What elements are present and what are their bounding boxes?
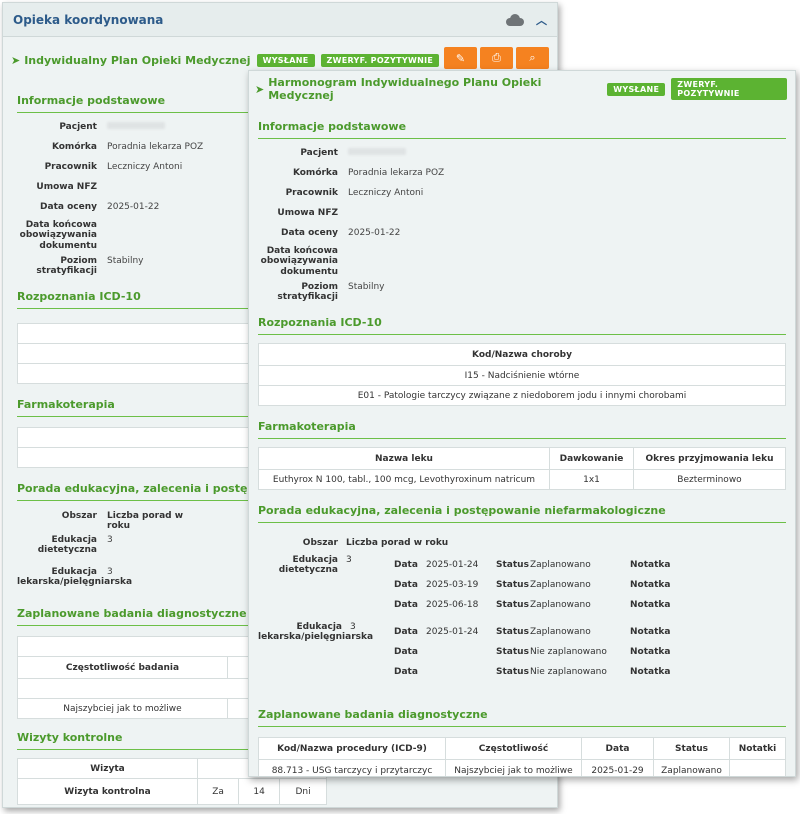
panel-title: Opieka koordynowana <box>13 12 164 27</box>
redacted-patient <box>107 122 165 129</box>
list-item: Data Status Nie zaplanowano Notatka <box>394 667 671 677</box>
status-badge-sent: WYSŁANE <box>607 82 666 96</box>
porada-area: Edukacja lekarska/pielęgniarska <box>258 622 374 643</box>
list-item: Data 2025-01-24 Status Zaplanowano Notat… <box>394 560 671 570</box>
column-obszar: Obszar <box>61 511 97 521</box>
label-komorka: Komórka <box>292 168 338 178</box>
label-pracownik: Pracownik <box>285 188 338 198</box>
table-header: Wizyta <box>17 758 198 779</box>
table-header: Notatki <box>729 737 786 760</box>
table-cell: Euthyrox N 100, tabl., 100 mcg, Levothyr… <box>258 469 550 490</box>
table-cell: 1x1 <box>549 469 634 490</box>
section-title-porada: Porada edukacyjna, zalecenia i postępowa… <box>258 504 786 523</box>
doc-title-row: ➤ Harmonogram Indywidualnego Planu Opiek… <box>249 75 795 103</box>
label-umowa: Umowa NFZ <box>277 208 338 218</box>
table-cell: Bezterminowo <box>633 469 786 490</box>
table-cell: 14 <box>238 778 281 805</box>
table-header: Częstotliwość <box>445 737 582 760</box>
porada-area: Edukacja dietetyczna <box>37 535 97 556</box>
status-badge-sent: WYSŁANE <box>256 53 315 67</box>
table-header: Nazwa leku <box>258 447 550 470</box>
status-badge-verified: ZWERYF. POZYTYWNIE <box>320 53 440 67</box>
send-icon: ➤ <box>255 82 265 96</box>
label-pacjent: Pacjent <box>59 122 97 132</box>
column-liczba-porad: Liczba porad w roku <box>346 538 449 548</box>
pencil-icon: ✎ <box>455 51 466 65</box>
section-title-icd: Rozpoznania ICD-10 <box>258 316 786 335</box>
value-komorka: Poradnia lekarza POZ <box>348 168 445 178</box>
label-poziom: Poziom stratyfikacji <box>277 282 338 303</box>
porada-area: Edukacja lekarska/pielęgniarska <box>17 567 133 588</box>
label-poziom: Poziom stratyfikacji <box>36 256 97 277</box>
table-header: Dawkowanie <box>549 447 634 470</box>
list-item: Data 2025-01-24 Status Zaplanowano Notat… <box>394 627 671 637</box>
table-header: Status <box>653 737 730 760</box>
table-header: Data <box>581 737 654 760</box>
cloud-icon[interactable] <box>504 13 524 26</box>
porada-count: 3 <box>107 567 113 577</box>
doc-title: Indywidualny Plan Opieki Medycznej <box>24 53 251 67</box>
label-komorka: Komórka <box>51 142 97 152</box>
label-data-koncowa: Data końcowa obowiązywania dokumentu <box>19 220 97 251</box>
label-data-oceny: Data oceny <box>40 202 97 212</box>
table-row: I15 - Nadciśnienie wtórne <box>258 365 786 386</box>
edit-button[interactable]: ✎ <box>444 47 477 69</box>
table-cell: Dni <box>279 778 327 805</box>
doc-title: Harmonogram Indywidualnego Planu Opieki … <box>268 76 542 102</box>
label-data-koncowa: Data końcowa obowiązywania dokumentu <box>260 246 338 277</box>
column-liczba-porad: Liczba porad w roku <box>107 511 184 532</box>
badania-table: Kod/Nazwa procedury (ICD-9) Częstotliwoś… <box>258 737 786 776</box>
table-cell: Najszybciej jak to możliwe <box>17 698 228 719</box>
label-data-oceny: Data oceny <box>281 228 338 238</box>
print-button[interactable]: ⎙ <box>480 47 513 69</box>
label-pacjent: Pacjent <box>300 148 338 158</box>
porada-count: 3 <box>350 622 356 632</box>
porada-area: Edukacja dietetyczna <box>278 555 338 576</box>
edu-group-diet: Edukacja dietetyczna 3 Data 2025-01-24 S… <box>258 555 786 615</box>
table-cell: Wizyta kontrolna <box>17 778 198 805</box>
table-header: Okres przyjmowania leku <box>633 447 786 470</box>
table-cell: Zaplanowano <box>653 759 730 776</box>
list-item: Data 2025-06-18 Status Zaplanowano Notat… <box>394 600 671 610</box>
porada-count: 3 <box>107 535 113 545</box>
table-header: Częstotliwość badania <box>17 656 228 679</box>
table-cell: 88.713 - USG tarczycy i przytarczyc <box>258 759 446 776</box>
list-item: Data 2025-03-19 Status Zaplanowano Notat… <box>394 580 671 590</box>
column-obszar: Obszar <box>302 538 338 548</box>
table-row: 88.713 - USG tarczycy i przytarczyc Najs… <box>258 759 786 776</box>
section-title-info: Informacje podstawowe <box>258 120 786 139</box>
section-title-badania: Zaplanowane badania diagnostyczne <box>258 708 786 727</box>
search-icon: ⌕ <box>529 51 536 64</box>
table-cell <box>729 759 786 776</box>
redacted-patient <box>348 148 406 155</box>
list-item: Data Status Nie zaplanowano Notatka <box>394 647 671 657</box>
table-cell: Najszybciej jak to możliwe <box>445 759 582 776</box>
label-umowa: Umowa NFZ <box>36 182 97 192</box>
printer-icon: ⎙ <box>492 51 501 64</box>
icd-table: Kod/Nazwa choroby I15 - Nadciśnienie wtó… <box>258 343 786 406</box>
value-poziom: Stabilny <box>348 282 385 292</box>
front-panel: ➤ Harmonogram Indywidualnego Planu Opiek… <box>248 70 796 777</box>
label-pracownik: Pracownik <box>44 162 97 172</box>
chevron-up-icon[interactable]: ︿ <box>536 12 547 28</box>
table-header: Kod/Nazwa procedury (ICD-9) <box>258 737 446 760</box>
table-header: Kod/Nazwa choroby <box>258 343 786 366</box>
porada-count: 3 <box>346 555 352 565</box>
farm-table: Nazwa leku Dawkowanie Okres przyjmowania… <box>258 447 786 490</box>
value-pracownik: Leczniczy Antoni <box>348 188 424 198</box>
search-button[interactable]: ⌕ <box>516 47 549 69</box>
edu-group-lek: Edukacja lekarska/pielęgniarska 3 Data 2… <box>258 622 786 682</box>
status-badge-verified: ZWERYF. POZYTYWNIE <box>671 78 787 100</box>
table-row: E01 - Patologie tarczycy związane z nied… <box>258 385 786 406</box>
value-data-oceny: 2025-01-22 <box>348 228 401 238</box>
table-cell: Za <box>196 778 240 805</box>
table-cell: 2025-01-29 <box>581 759 654 776</box>
panel-header: Opieka koordynowana ︿ <box>3 3 557 37</box>
send-icon: ➤ <box>11 53 21 67</box>
section-title-farm: Farmakoterapia <box>258 420 786 439</box>
